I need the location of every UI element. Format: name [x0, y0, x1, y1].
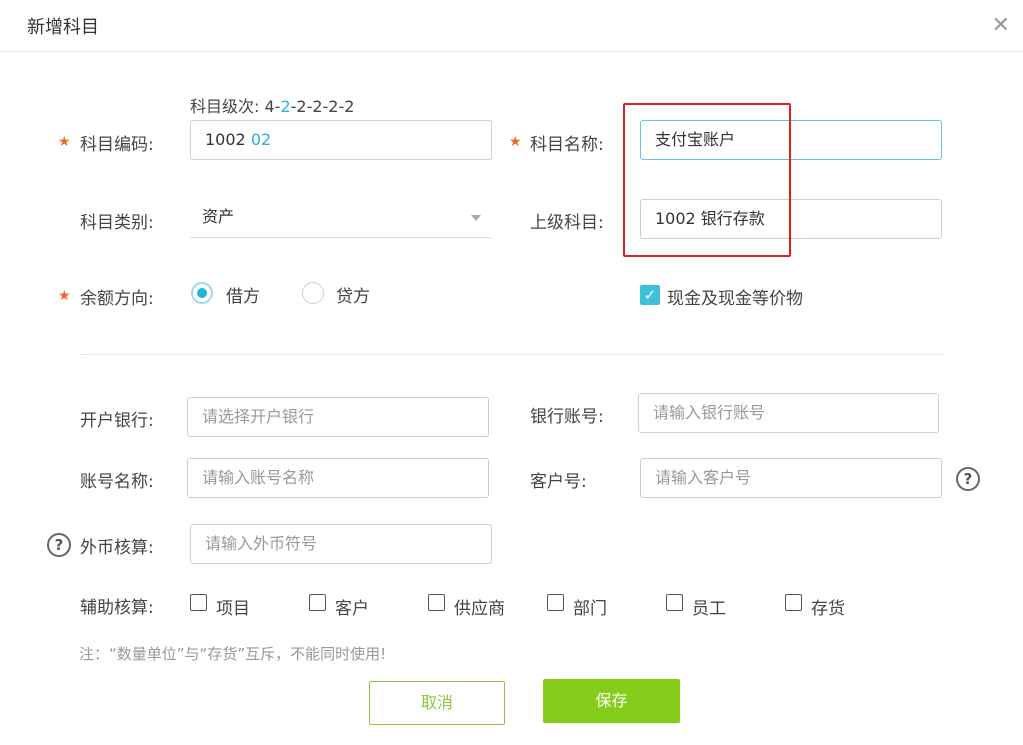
bank-placeholder: 请选择开户银行 [202, 407, 315, 426]
subject-code-input[interactable]: 1002 02 [190, 120, 492, 160]
aux-checkbox-supplier[interactable] [428, 594, 445, 611]
bank-select-input[interactable]: 请选择开户银行 [187, 397, 489, 437]
subject-category-value: 资产 [202, 207, 235, 226]
aux-label-inventory: 存货 [811, 599, 845, 619]
parent-subject-input[interactable]: 1002 银行存款 [640, 199, 942, 239]
customer-no-label: 客户号: [530, 472, 587, 492]
question-circle-icon[interactable]: ? [956, 467, 980, 491]
aux-label-project: 项目 [216, 599, 250, 619]
mutual-exclusion-note: 注：“数量单位”与“存货”互斥，不能同时使用! [79, 645, 387, 663]
radio-debit-label: 借方 [226, 287, 260, 307]
save-button[interactable]: 保存 [543, 679, 680, 723]
question-circle-icon[interactable]: ? [47, 533, 71, 557]
level-hint-suffix: -2-2-2-2 [290, 97, 355, 116]
foreign-currency-label: 外币核算: [80, 538, 154, 558]
foreign-currency-input[interactable]: 请输入外币符号 [190, 524, 492, 564]
account-name-input[interactable]: 请输入账号名称 [187, 458, 489, 498]
subject-name-label: 科目名称: [530, 135, 604, 155]
radio-debit[interactable] [191, 282, 213, 304]
bank-account-placeholder: 请输入银行账号 [653, 403, 766, 422]
level-hint-highlight: 2 [280, 97, 291, 116]
aux-label-department: 部门 [573, 599, 607, 619]
caret-down-icon [471, 215, 481, 221]
aux-checkbox-employee[interactable] [666, 594, 683, 611]
bank-label: 开户银行: [80, 411, 154, 431]
subject-code-suffix: 02 [250, 130, 272, 149]
subject-category-select[interactable]: 资产 [190, 198, 491, 238]
required-star-icon: ★ [58, 288, 71, 304]
aux-label-employee: 员工 [692, 599, 726, 619]
subject-name-input[interactable]: 支付宝账户 [640, 120, 942, 160]
cash-equivalent-checkbox[interactable]: ✓ [640, 285, 660, 305]
radio-credit-label: 贷方 [336, 287, 370, 307]
balance-direction-label: 余额方向: [80, 289, 154, 309]
account-name-label: 账号名称: [80, 472, 154, 492]
parent-subject-label: 上级科目: [530, 213, 604, 233]
required-star-icon: ★ [58, 134, 71, 150]
dialog-header: 新增科目 ✕ [0, 0, 1023, 52]
aux-label-supplier: 供应商 [454, 599, 505, 619]
aux-checkbox-inventory[interactable] [785, 594, 802, 611]
cancel-button[interactable]: 取消 [369, 681, 505, 725]
foreign-currency-placeholder: 请输入外币符号 [205, 534, 318, 553]
aux-accounting-label: 辅助核算: [80, 598, 154, 618]
aux-checkbox-customer[interactable] [309, 594, 326, 611]
customer-no-input[interactable]: 请输入客户号 [640, 458, 942, 498]
aux-label-customer: 客户 [335, 599, 369, 619]
bank-account-input[interactable]: 请输入银行账号 [638, 393, 939, 433]
account-name-placeholder: 请输入账号名称 [202, 468, 315, 487]
add-subject-dialog: 新增科目 ✕ 科目级次: 4-2-2-2-2-2 ★ 科目编码: 1002 02… [0, 0, 1023, 745]
aux-checkbox-project[interactable] [190, 594, 207, 611]
level-hint-prefix: 科目级次: 4- [190, 97, 281, 116]
subject-code-value: 1002 [205, 130, 251, 149]
radio-credit[interactable] [302, 282, 324, 304]
cash-equivalent-label: 现金及现金等价物 [667, 289, 803, 309]
dialog-title: 新增科目 [27, 17, 99, 38]
subject-category-label: 科目类别: [80, 213, 154, 233]
bank-account-label: 银行账号: [530, 407, 604, 427]
subject-name-value: 支付宝账户 [655, 130, 736, 149]
customer-no-placeholder: 请输入客户号 [655, 468, 752, 487]
aux-checkbox-department[interactable] [547, 594, 564, 611]
subject-code-label: 科目编码: [80, 135, 154, 155]
section-divider [80, 354, 946, 355]
close-icon[interactable]: ✕ [992, 14, 1010, 38]
parent-subject-value: 1002 银行存款 [655, 209, 765, 228]
subject-level-hint: 科目级次: 4-2-2-2-2-2 [190, 93, 354, 117]
required-star-icon: ★ [509, 134, 522, 150]
